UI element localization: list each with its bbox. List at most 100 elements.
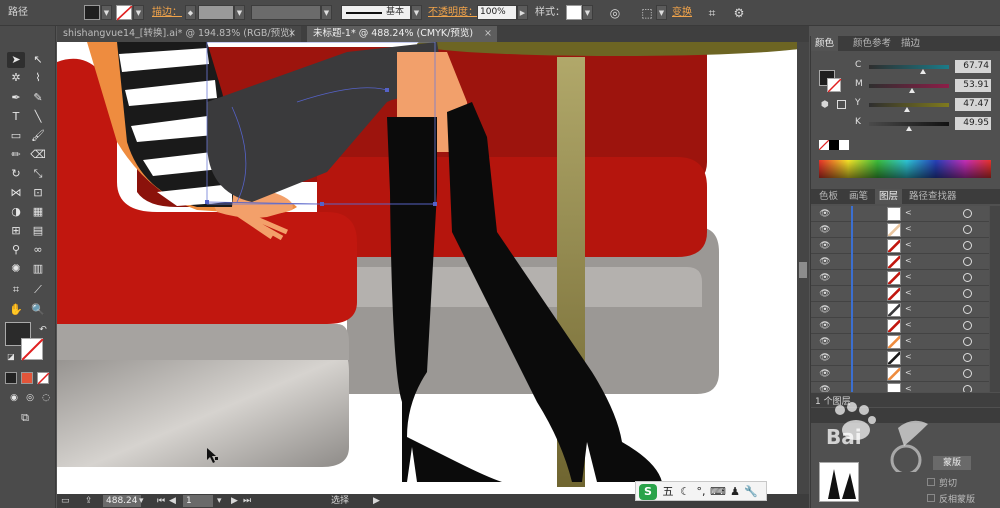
layer-target-icon[interactable]: [963, 385, 972, 392]
zoom-dropdown-arrow[interactable]: ▾: [139, 494, 144, 508]
graphic-style-dropdown[interactable]: ▼: [582, 5, 593, 20]
tools-icon[interactable]: 🔧: [744, 484, 758, 500]
magenta-slider[interactable]: M 53.91: [855, 79, 1000, 93]
rectangle-tool-icon[interactable]: ▭: [7, 128, 25, 144]
magenta-value[interactable]: 53.91: [955, 79, 991, 92]
cyan-track[interactable]: [869, 65, 949, 69]
transform-link[interactable]: 变换: [672, 4, 692, 22]
gradient-mode-button[interactable]: [21, 372, 33, 384]
stroke-dropdown-arrow[interactable]: ▼: [133, 5, 144, 20]
layer-target-icon[interactable]: [963, 257, 972, 266]
blend-tool-icon[interactable]: ∞: [29, 242, 47, 258]
brush-definition[interactable]: 基本: [341, 5, 411, 20]
color-panel-stroke[interactable]: [827, 78, 842, 93]
layer-target-icon[interactable]: [963, 289, 972, 298]
perspective-grid-tool-icon[interactable]: ▦: [29, 204, 47, 220]
user-icon[interactable]: ♟: [728, 484, 742, 500]
stroke-weight-field[interactable]: [198, 5, 234, 20]
white-chip[interactable]: [839, 140, 849, 150]
layer-target-icon[interactable]: [963, 321, 972, 330]
tab-brushes[interactable]: 画笔: [845, 189, 872, 204]
rotate-tool-icon[interactable]: ↻: [7, 166, 25, 182]
column-graph-tool-icon[interactable]: ▥: [29, 261, 47, 277]
artboard-number-field[interactable]: 1: [183, 495, 213, 507]
tab-layers[interactable]: 图层: [875, 189, 903, 204]
visibility-eye-icon[interactable]: 👁: [819, 288, 831, 300]
punctuation-icon[interactable]: °,: [694, 484, 708, 500]
isolate-icon[interactable]: ⌗: [703, 4, 721, 22]
tab-stroke[interactable]: 描边: [897, 36, 924, 51]
layer-row[interactable]: 👁 <: [811, 350, 989, 366]
layer-target-icon[interactable]: [963, 337, 972, 346]
layer-row[interactable]: 👁 <: [811, 238, 989, 254]
zoom-tool-icon[interactable]: 🔍: [29, 302, 47, 318]
stroke-color-box[interactable]: [21, 338, 44, 361]
visibility-eye-icon[interactable]: 👁: [819, 368, 831, 380]
artboard-dropdown-arrow[interactable]: ▾: [217, 494, 222, 508]
symbol-sprayer-tool-icon[interactable]: ✺: [7, 261, 25, 277]
variable-width-profile[interactable]: [251, 5, 321, 20]
stroke-weight-dropdown[interactable]: ▼: [234, 5, 245, 20]
layer-row[interactable]: 👁 <: [811, 382, 989, 392]
line-tool-icon[interactable]: ╲: [29, 109, 47, 125]
color-mode-button[interactable]: [5, 372, 17, 384]
control-bar-menu-icon[interactable]: ⚙: [730, 4, 748, 22]
none-chip[interactable]: [818, 139, 830, 151]
width-tool-icon[interactable]: ⋈: [7, 185, 25, 201]
pencil-tool-icon[interactable]: ✏: [7, 147, 25, 163]
pen-tool-icon[interactable]: ✒: [7, 90, 25, 106]
invert-mask-checkbox[interactable]: [927, 494, 935, 502]
close-tab-icon[interactable]: ×: [288, 26, 296, 42]
vertical-scrollbar[interactable]: [797, 42, 809, 494]
tab-pathfinder[interactable]: 路径查找器: [905, 189, 961, 204]
web-safe-icon[interactable]: [837, 100, 846, 109]
draw-inside-icon[interactable]: ◌: [37, 390, 55, 406]
visibility-eye-icon[interactable]: 👁: [819, 272, 831, 284]
yellow-value[interactable]: 47.47: [955, 98, 991, 111]
swap-fill-stroke-icon[interactable]: ↶: [34, 322, 52, 338]
black-chip[interactable]: [829, 140, 839, 150]
default-fill-stroke-icon[interactable]: ◪: [2, 349, 20, 365]
layer-row[interactable]: 👁 <: [811, 222, 989, 238]
hand-tool-icon[interactable]: ✋: [7, 302, 25, 318]
align-icon[interactable]: ⬚: [638, 4, 656, 22]
layer-target-icon[interactable]: [963, 305, 972, 314]
visibility-eye-icon[interactable]: 👁: [819, 352, 831, 364]
opacity-field[interactable]: 100%: [477, 5, 517, 20]
close-tab-icon[interactable]: ×: [484, 26, 492, 42]
fill-dropdown-arrow[interactable]: ▼: [101, 5, 112, 20]
tab-color-guide[interactable]: 颜色参考: [849, 36, 895, 51]
layer-target-icon[interactable]: [963, 241, 972, 250]
next-artboard-button[interactable]: ▶: [231, 494, 238, 508]
visibility-eye-icon[interactable]: 👁: [819, 384, 831, 392]
layer-row[interactable]: 👁 <: [811, 206, 989, 222]
clip-checkbox[interactable]: [927, 478, 935, 486]
black-slider[interactable]: K 49.95: [855, 117, 1000, 131]
paintbrush-tool-icon[interactable]: 🖌: [29, 128, 47, 144]
stroke-swatch[interactable]: [116, 5, 133, 21]
eraser-tool-icon[interactable]: ⌫: [29, 147, 47, 163]
screen-mode-icon[interactable]: ⧉: [16, 410, 34, 426]
eyedropper-tool-icon[interactable]: ⚲: [7, 242, 25, 258]
shape-builder-tool-icon[interactable]: ◑: [7, 204, 25, 220]
visibility-eye-icon[interactable]: 👁: [819, 240, 831, 252]
layer-row[interactable]: 👁 <: [811, 270, 989, 286]
opacity-dropdown[interactable]: ▶: [517, 5, 528, 20]
visibility-eye-icon[interactable]: 👁: [819, 336, 831, 348]
scale-tool-icon[interactable]: ⤡: [29, 166, 47, 182]
visibility-eye-icon[interactable]: 👁: [819, 208, 831, 220]
layer-row[interactable]: 👁 <: [811, 334, 989, 350]
make-mask-button[interactable]: 蒙版: [933, 456, 971, 470]
free-transform-tool-icon[interactable]: ⊡: [29, 185, 47, 201]
mesh-tool-icon[interactable]: ⊞: [7, 223, 25, 239]
magic-wand-tool-icon[interactable]: ✲: [7, 70, 25, 86]
gradient-tool-icon[interactable]: ▤: [29, 223, 47, 239]
tab-untitled-1[interactable]: 未标题-1* @ 488.24% (CMYK/预览) ×: [307, 26, 497, 42]
recolor-artwork-icon[interactable]: ◎: [606, 4, 624, 22]
artboard-nav-icon[interactable]: ▭: [61, 494, 70, 508]
fill-swatch[interactable]: [84, 5, 100, 20]
visibility-eye-icon[interactable]: 👁: [819, 256, 831, 268]
zoom-level-field[interactable]: 488.24: [103, 495, 141, 507]
share-icon[interactable]: ⇪: [85, 494, 93, 508]
variable-width-dropdown[interactable]: ▼: [321, 5, 332, 20]
